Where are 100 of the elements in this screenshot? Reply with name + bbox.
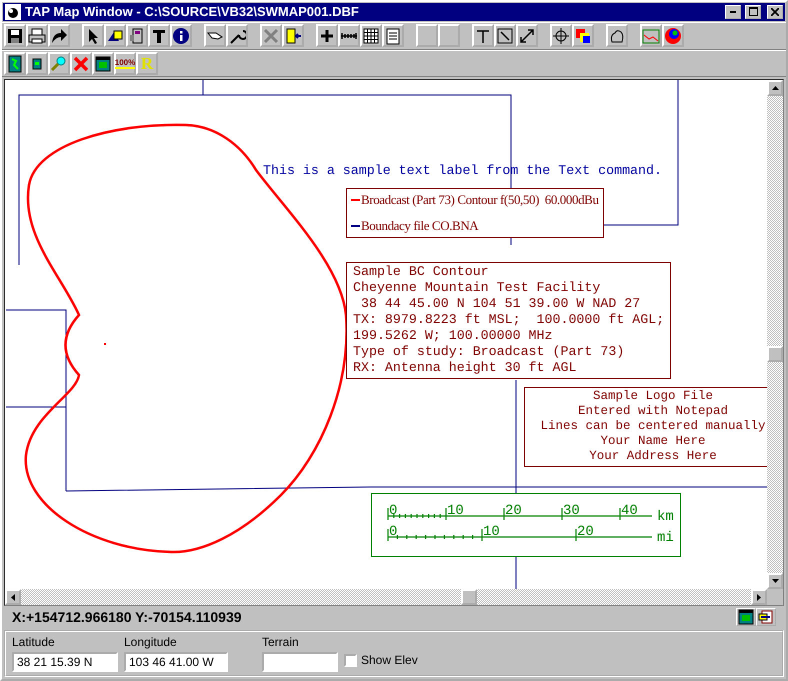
toolbar-button[interactable] [26,24,48,48]
globe-icon [664,26,682,45]
app-icon [5,4,21,20]
longitude-label: Longitude [124,635,178,650]
x-mark-icon [262,26,280,45]
info-line: RX: Antenna height 30 ft AGL [353,360,578,376]
scale-unit-label: km [657,509,674,526]
logo-line: Lines can be centered manually [540,419,766,434]
scroll-right-button[interactable] [751,589,767,606]
toolbar-button[interactable] [572,24,594,48]
terrain-label: Terrain [262,635,300,650]
logo-line: Your Address Here [589,449,717,464]
toolbar-button[interactable] [338,24,360,48]
maximize-icon [748,7,758,16]
zoom-box-icon [496,26,514,45]
toolbar-button[interactable] [4,24,26,48]
terrain-field[interactable] [262,652,338,672]
toolbar-button[interactable] [126,24,148,48]
x-mark-icon [72,54,90,73]
scroll-left-button[interactable] [5,589,21,606]
scale-tick-label: 10 [447,503,464,520]
latitude-label: Latitude [12,635,56,650]
up-arrow-icon [772,86,778,90]
scroll-thumb[interactable] [461,589,477,606]
toolbar-button[interactable] [148,24,170,48]
magnifier-icon [50,54,68,73]
site-marker [104,343,106,346]
status-button[interactable] [756,608,776,626]
ruler-icon [340,32,358,40]
printer-icon [28,26,46,45]
show-elev-label: Show Elev [361,653,418,668]
crosshair-icon [552,26,570,45]
toolbar-button[interactable] [170,24,192,48]
curved-arrow-icon [50,26,68,45]
toolbar-button[interactable] [82,24,104,48]
toolbar-button[interactable] [48,24,70,48]
close-icon [771,8,779,16]
scale-tick-label: 0 [389,503,398,520]
colored-squares-icon [574,26,592,45]
toolbar-button[interactable] [204,24,226,48]
info-line: 38 44 45.00 N 104 51 39.00 W NAD 27 [360,296,642,312]
toolbar-button[interactable] [92,52,114,76]
show-elev-checkbox[interactable] [344,654,357,667]
scale-tick-label: 30 [563,503,580,520]
info-line: TX: 8979.8223 ft MSL; 100.0000 ft AGL; [353,312,664,328]
door-icon [284,26,302,45]
info-line: Type of study: Broadcast (Part 73) [353,344,626,360]
latitude-field[interactable]: 38 21 15.39 N [12,652,118,672]
scroll-down-button[interactable] [767,573,783,590]
map-tile-icon [6,54,24,73]
scroll-up-button[interactable] [767,80,783,96]
info-icon [172,26,190,45]
toolbar-button[interactable] [282,24,304,48]
zoom-percent-button[interactable]: 100% [114,52,136,76]
toolbar-button[interactable] [494,24,516,48]
logo-line: Entered with Notepad [578,404,728,420]
longitude-field[interactable]: 103 46 41.00 W [124,652,228,672]
maximize-button[interactable] [745,4,761,19]
close-button[interactable] [767,4,783,19]
toolbar-button[interactable] [472,24,494,48]
toolbar-button[interactable] [606,24,628,48]
scale-tick-label: 20 [577,524,594,540]
grid-icon [362,26,380,45]
toolbar-button[interactable] [516,24,538,48]
scale-tick-label: 0 [389,524,398,540]
toolbar-button[interactable] [26,52,48,76]
toolbar-button[interactable] [662,24,684,48]
window-icon [737,608,755,626]
scale-unit-label: mi [657,530,674,546]
toolbar-button[interactable] [104,24,126,48]
window-title: TAP Map Window - C:\SOURCE\VB32\SWMAP001.DBF [25,4,360,20]
scale-tick-label: 20 [505,503,522,520]
vertical-scrollbar[interactable] [767,80,783,590]
toolbar-button[interactable] [316,24,338,48]
info-line: Cheyenne Mountain Test Facility [353,280,602,296]
info-line: Sample BC Contour [353,264,490,280]
horizontal-scrollbar[interactable] [5,589,767,606]
minimize-button[interactable] [725,4,741,19]
right-arrow-icon [757,594,761,601]
status-button[interactable] [736,608,756,626]
toolbar-button[interactable] [382,24,404,48]
notepad-icon [384,26,402,45]
toolbar-button[interactable] [360,24,382,48]
diagonal-arrow-icon [518,26,536,45]
info-line: 199.5262 W; 100.00000 MHz [353,328,554,344]
toolbar-button[interactable] [226,24,248,48]
logo-line: Sample Logo File [592,389,714,404]
line-chart-icon [642,26,660,45]
toolbar-button[interactable] [550,24,572,48]
legend-label: Broadcast (Part 73) Contour f(50,50) 60.000dBu [361,192,599,208]
logo-line: Your Name Here [600,434,706,450]
toolbar-button[interactable] [4,52,26,76]
scale-tick-label: 10 [483,524,500,540]
legend-label: Boundacy file CO.BNA [361,218,478,234]
scale-tick-label: 40 [621,503,638,520]
down-arrow-icon [772,579,778,584]
left-arrow-icon [11,594,15,601]
scroll-thumb[interactable] [767,346,783,362]
window-icon [94,54,112,73]
minimize-icon [730,10,736,13]
